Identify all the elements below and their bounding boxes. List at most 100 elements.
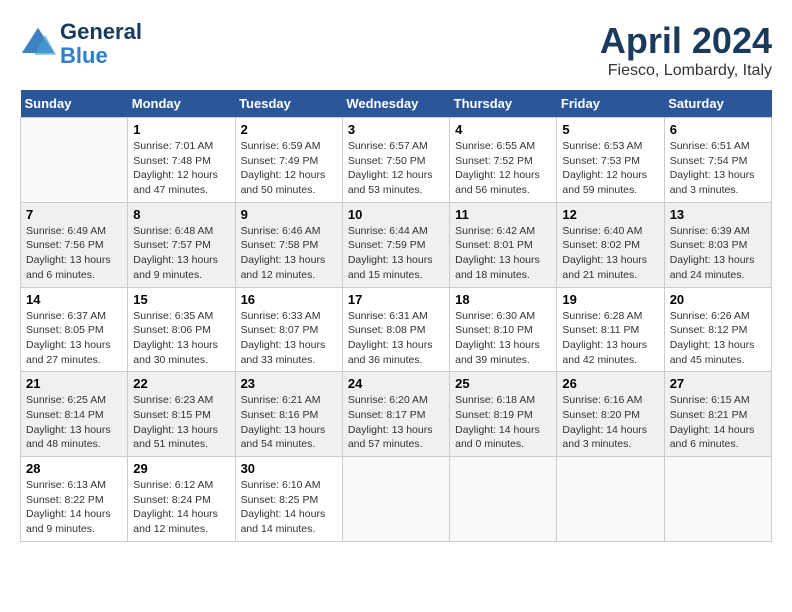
day-cell-25: 25 Sunrise: 6:18 AMSunset: 8:19 PMDayligh… xyxy=(450,372,557,457)
day-number-22: 22 xyxy=(133,376,229,391)
day-info-5: Sunrise: 6:53 AMSunset: 7:53 PMDaylight:… xyxy=(562,139,658,198)
day-info-21: Sunrise: 6:25 AMSunset: 8:14 PMDaylight:… xyxy=(26,393,122,452)
day-number-4: 4 xyxy=(455,122,551,137)
empty-cell xyxy=(664,457,771,542)
day-cell-1: 1 Sunrise: 7:01 AMSunset: 7:48 PMDaylight… xyxy=(128,118,235,203)
page-header: General Blue April 2024 Fiesco, Lombardy… xyxy=(20,20,772,80)
day-cell-29: 29 Sunrise: 6:12 AMSunset: 8:24 PMDayligh… xyxy=(128,457,235,542)
day-cell-8: 8 Sunrise: 6:48 AMSunset: 7:57 PMDaylight… xyxy=(128,202,235,287)
day-info-12: Sunrise: 6:40 AMSunset: 8:02 PMDaylight:… xyxy=(562,224,658,283)
day-info-11: Sunrise: 6:42 AMSunset: 8:01 PMDaylight:… xyxy=(455,224,551,283)
day-info-9: Sunrise: 6:46 AMSunset: 7:58 PMDaylight:… xyxy=(241,224,337,283)
day-number-24: 24 xyxy=(348,376,444,391)
header-wednesday: Wednesday xyxy=(342,90,449,118)
day-info-3: Sunrise: 6:57 AMSunset: 7:50 PMDaylight:… xyxy=(348,139,444,198)
logo-icon xyxy=(20,26,56,62)
month-title: April 2024 xyxy=(600,20,772,62)
day-number-20: 20 xyxy=(670,292,766,307)
empty-cell xyxy=(557,457,664,542)
day-info-23: Sunrise: 6:21 AMSunset: 8:16 PMDaylight:… xyxy=(241,393,337,452)
empty-cell xyxy=(342,457,449,542)
day-number-28: 28 xyxy=(26,461,122,476)
day-number-25: 25 xyxy=(455,376,551,391)
day-cell-20: 20 Sunrise: 6:26 AMSunset: 8:12 PMDayligh… xyxy=(664,287,771,372)
day-cell-7: 7 Sunrise: 6:49 AMSunset: 7:56 PMDaylight… xyxy=(21,202,128,287)
day-cell-4: 4Sunrise: 6:55 AMSunset: 7:52 PMDaylight… xyxy=(450,118,557,203)
week-row-1: 1 Sunrise: 7:01 AMSunset: 7:48 PMDaylight… xyxy=(21,118,772,203)
day-info-27: Sunrise: 6:15 AMSunset: 8:21 PMDaylight:… xyxy=(670,393,766,452)
day-info-6: Sunrise: 6:51 AMSunset: 7:54 PMDaylight:… xyxy=(670,139,766,198)
day-info-30: Sunrise: 6:10 AMSunset: 8:25 PMDaylight:… xyxy=(241,478,337,537)
week-row-4: 21 Sunrise: 6:25 AMSunset: 8:14 PMDayligh… xyxy=(21,372,772,457)
day-info-29: Sunrise: 6:12 AMSunset: 8:24 PMDaylight:… xyxy=(133,478,229,537)
day-number-30: 30 xyxy=(241,461,337,476)
day-number-12: 12 xyxy=(562,207,658,222)
day-info-7: Sunrise: 6:49 AMSunset: 7:56 PMDaylight:… xyxy=(26,224,122,283)
header-saturday: Saturday xyxy=(664,90,771,118)
day-info-18: Sunrise: 6:30 AMSunset: 8:10 PMDaylight:… xyxy=(455,309,551,368)
day-cell-11: 11Sunrise: 6:42 AMSunset: 8:01 PMDayligh… xyxy=(450,202,557,287)
day-number-15: 15 xyxy=(133,292,229,307)
day-info-8: Sunrise: 6:48 AMSunset: 7:57 PMDaylight:… xyxy=(133,224,229,283)
day-number-18: 18 xyxy=(455,292,551,307)
day-number-21: 21 xyxy=(26,376,122,391)
logo: General Blue xyxy=(20,20,142,68)
day-info-16: Sunrise: 6:33 AMSunset: 8:07 PMDaylight:… xyxy=(241,309,337,368)
day-cell-24: 24 Sunrise: 6:20 AMSunset: 8:17 PMDayligh… xyxy=(342,372,449,457)
day-info-25: Sunrise: 6:18 AMSunset: 8:19 PMDaylight:… xyxy=(455,393,551,452)
day-cell-23: 23Sunrise: 6:21 AMSunset: 8:16 PMDayligh… xyxy=(235,372,342,457)
calendar-table: SundayMondayTuesdayWednesdayThursdayFrid… xyxy=(20,90,772,542)
logo-text: General Blue xyxy=(60,20,142,68)
day-cell-19: 19 Sunrise: 6:28 AMSunset: 8:11 PMDayligh… xyxy=(557,287,664,372)
day-number-2: 2 xyxy=(241,122,337,137)
week-row-3: 14Sunrise: 6:37 AMSunset: 8:05 PMDayligh… xyxy=(21,287,772,372)
day-info-24: Sunrise: 6:20 AMSunset: 8:17 PMDaylight:… xyxy=(348,393,444,452)
day-info-19: Sunrise: 6:28 AMSunset: 8:11 PMDaylight:… xyxy=(562,309,658,368)
day-cell-30: 30 Sunrise: 6:10 AMSunset: 8:25 PMDayligh… xyxy=(235,457,342,542)
day-info-28: Sunrise: 6:13 AMSunset: 8:22 PMDaylight:… xyxy=(26,478,122,537)
day-number-10: 10 xyxy=(348,207,444,222)
day-cell-15: 15Sunrise: 6:35 AMSunset: 8:06 PMDayligh… xyxy=(128,287,235,372)
day-number-5: 5 xyxy=(562,122,658,137)
day-number-19: 19 xyxy=(562,292,658,307)
day-number-13: 13 xyxy=(670,207,766,222)
day-cell-16: 16Sunrise: 6:33 AMSunset: 8:07 PMDayligh… xyxy=(235,287,342,372)
day-number-27: 27 xyxy=(670,376,766,391)
day-cell-13: 13Sunrise: 6:39 AMSunset: 8:03 PMDayligh… xyxy=(664,202,771,287)
day-cell-22: 22 Sunrise: 6:23 AMSunset: 8:15 PMDayligh… xyxy=(128,372,235,457)
day-number-6: 6 xyxy=(670,122,766,137)
week-row-2: 7 Sunrise: 6:49 AMSunset: 7:56 PMDaylight… xyxy=(21,202,772,287)
day-cell-18: 18 Sunrise: 6:30 AMSunset: 8:10 PMDayligh… xyxy=(450,287,557,372)
header-friday: Friday xyxy=(557,90,664,118)
day-cell-5: 5 Sunrise: 6:53 AMSunset: 7:53 PMDaylight… xyxy=(557,118,664,203)
day-cell-28: 28 Sunrise: 6:13 AMSunset: 8:22 PMDayligh… xyxy=(21,457,128,542)
empty-cell xyxy=(450,457,557,542)
week-row-5: 28 Sunrise: 6:13 AMSunset: 8:22 PMDayligh… xyxy=(21,457,772,542)
header-tuesday: Tuesday xyxy=(235,90,342,118)
day-cell-3: 3 Sunrise: 6:57 AMSunset: 7:50 PMDaylight… xyxy=(342,118,449,203)
day-number-26: 26 xyxy=(562,376,658,391)
day-number-1: 1 xyxy=(133,122,229,137)
title-area: April 2024 Fiesco, Lombardy, Italy xyxy=(600,20,772,80)
day-info-22: Sunrise: 6:23 AMSunset: 8:15 PMDaylight:… xyxy=(133,393,229,452)
day-number-7: 7 xyxy=(26,207,122,222)
day-cell-2: 2Sunrise: 6:59 AMSunset: 7:49 PMDaylight… xyxy=(235,118,342,203)
day-cell-10: 10 Sunrise: 6:44 AMSunset: 7:59 PMDayligh… xyxy=(342,202,449,287)
calendar-header-row: SundayMondayTuesdayWednesdayThursdayFrid… xyxy=(21,90,772,118)
day-info-26: Sunrise: 6:16 AMSunset: 8:20 PMDaylight:… xyxy=(562,393,658,452)
day-info-17: Sunrise: 6:31 AMSunset: 8:08 PMDaylight:… xyxy=(348,309,444,368)
day-number-17: 17 xyxy=(348,292,444,307)
day-cell-26: 26 Sunrise: 6:16 AMSunset: 8:20 PMDayligh… xyxy=(557,372,664,457)
header-monday: Monday xyxy=(128,90,235,118)
day-info-20: Sunrise: 6:26 AMSunset: 8:12 PMDaylight:… xyxy=(670,309,766,368)
day-number-9: 9 xyxy=(241,207,337,222)
logo-blue: Blue xyxy=(60,44,142,68)
day-number-29: 29 xyxy=(133,461,229,476)
day-info-1: Sunrise: 7:01 AMSunset: 7:48 PMDaylight:… xyxy=(133,139,229,198)
day-cell-9: 9 Sunrise: 6:46 AMSunset: 7:58 PMDaylight… xyxy=(235,202,342,287)
day-number-3: 3 xyxy=(348,122,444,137)
day-info-10: Sunrise: 6:44 AMSunset: 7:59 PMDaylight:… xyxy=(348,224,444,283)
day-cell-14: 14Sunrise: 6:37 AMSunset: 8:05 PMDayligh… xyxy=(21,287,128,372)
day-number-8: 8 xyxy=(133,207,229,222)
header-thursday: Thursday xyxy=(450,90,557,118)
